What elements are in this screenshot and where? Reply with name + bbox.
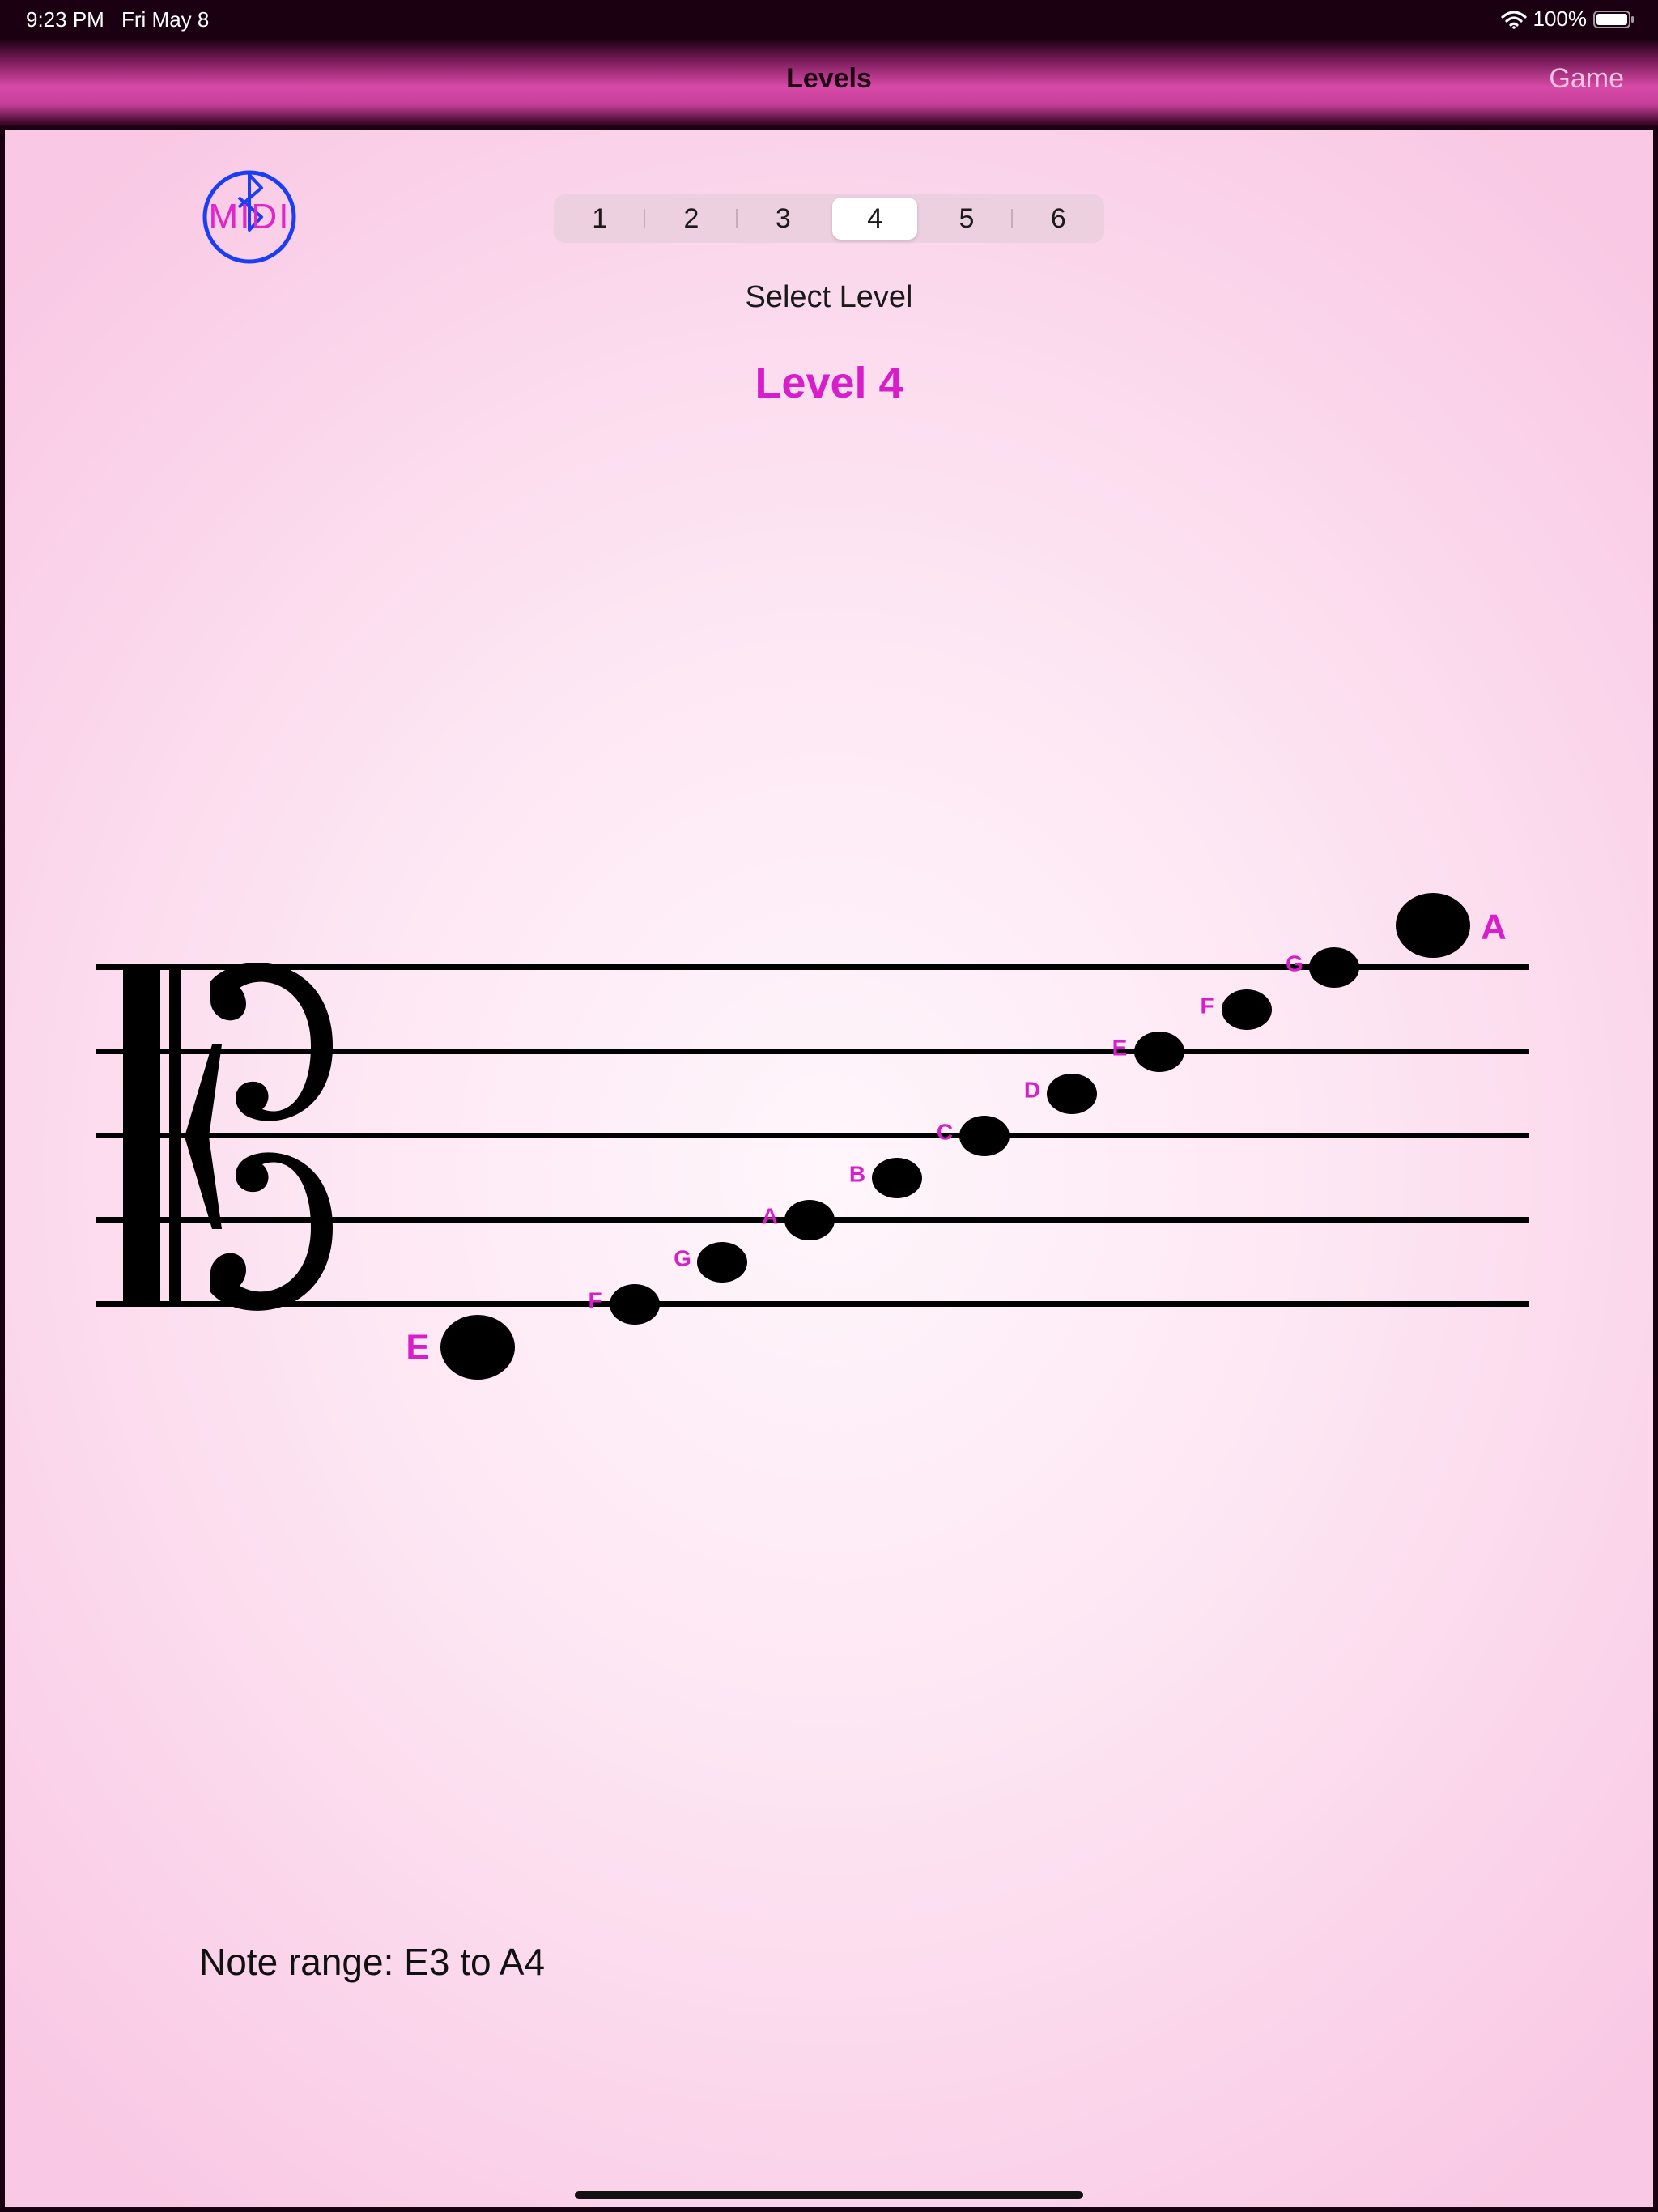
note-head (697, 1242, 747, 1283)
battery-icon (1593, 10, 1634, 28)
staff-note-7: D (1024, 1074, 1097, 1114)
staff-note-2: F (588, 1284, 660, 1325)
note-head (1396, 893, 1470, 958)
note-head (440, 1315, 515, 1380)
staff-note-9: F (1200, 989, 1272, 1030)
note-head (959, 1116, 1010, 1156)
staff-note-6: C (937, 1116, 1010, 1156)
note-label: F (1200, 993, 1214, 1019)
wifi-icon (1500, 10, 1527, 29)
status-bar: 9:23 PM Fri May 8 100% (0, 0, 1658, 39)
note-label: F (588, 1288, 602, 1313)
note-label: E (1112, 1036, 1128, 1061)
note-head (1222, 989, 1272, 1030)
staff-line-5 (96, 1301, 1529, 1307)
note-head (784, 1200, 835, 1240)
status-right: 100% (1500, 6, 1636, 32)
note-head (1309, 947, 1359, 988)
note-head (1047, 1074, 1097, 1114)
staff-note-10: G (1286, 947, 1359, 988)
note-label: G (1286, 951, 1303, 976)
staff-note-4: A (762, 1200, 835, 1240)
nav-title: Levels (786, 63, 872, 94)
note-label: G (674, 1246, 691, 1271)
staff-line-3 (96, 1133, 1529, 1138)
battery-percent: 100% (1533, 6, 1588, 31)
note-label: D (1024, 1078, 1040, 1103)
note-label: A (762, 1204, 778, 1229)
staff-note-11: A (1396, 893, 1507, 958)
status-date: Fri May 8 (121, 7, 210, 32)
staff-note-1: E (406, 1315, 515, 1380)
staff-note-3: G (674, 1242, 747, 1283)
note-label: A (1481, 908, 1507, 947)
note-label: C (937, 1120, 953, 1145)
home-indicator[interactable] (575, 2191, 1083, 2199)
staff-note-8: E (1112, 1032, 1184, 1072)
navigation-bar: Levels Game (0, 39, 1658, 126)
note-label: E (406, 1328, 429, 1368)
status-time: 9:23 PM (26, 7, 104, 32)
note-head (872, 1158, 922, 1198)
note-head (1134, 1032, 1184, 1072)
level-content: MIDI 1 2 3 4 5 6 Select Level Level 4 EF… (5, 130, 1653, 2207)
staff-note-5: B (849, 1158, 922, 1198)
note-range-label: Note range: E3 to A4 (199, 1941, 546, 1983)
music-staff: E F G A B C D E F G A (96, 893, 1529, 1380)
note-label: B (849, 1162, 865, 1187)
note-head (610, 1284, 660, 1325)
game-button[interactable]: Game (1549, 63, 1624, 95)
